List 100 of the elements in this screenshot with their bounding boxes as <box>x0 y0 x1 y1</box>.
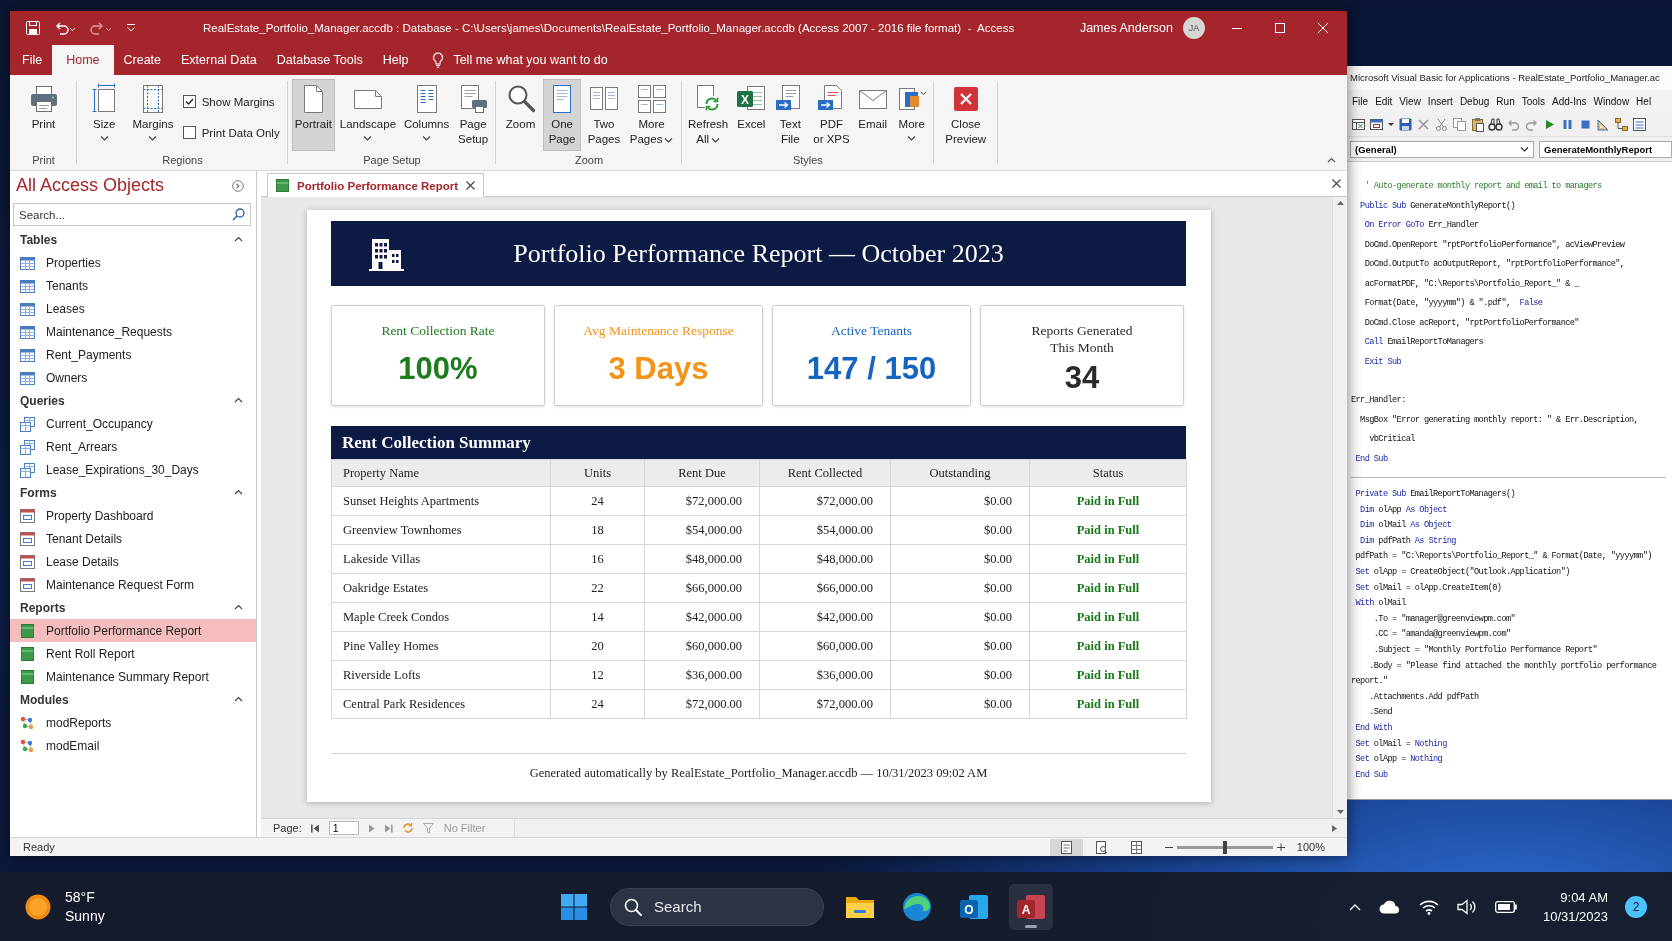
ribbon-tab[interactable]: Home <box>52 45 114 75</box>
nav-item[interactable]: Lease Details <box>10 550 256 573</box>
ribbon-button[interactable]: PDF or XPS <box>810 79 853 151</box>
tree-icon[interactable] <box>1614 116 1629 132</box>
section-header[interactable]: Modules <box>10 688 256 711</box>
nav-item[interactable]: modEmail <box>10 734 256 757</box>
menu-item[interactable]: Edit <box>1375 95 1393 107</box>
window-grid-icon[interactable] <box>1351 116 1366 132</box>
ribbon-button[interactable]: Margins <box>129 79 177 151</box>
ribbon-tab[interactable]: Create <box>113 45 172 75</box>
ribbon-tab[interactable]: Help <box>372 45 419 75</box>
nav-item[interactable]: Tenant Details <box>10 527 256 550</box>
user-avatar[interactable]: JA <box>1183 17 1205 39</box>
ribbon-button[interactable]: Two Pages <box>584 79 624 151</box>
nav-item[interactable]: Tenants <box>10 274 256 297</box>
close-icon[interactable] <box>466 181 476 190</box>
menu-item[interactable]: Add-Ins <box>1552 95 1587 107</box>
procedure-dropdown[interactable]: GenerateMonthlyReport <box>1539 140 1672 158</box>
menu-item[interactable]: Window <box>1593 95 1630 107</box>
taskbar-search[interactable]: Search <box>610 887 824 926</box>
ribbon-button[interactable]: Email <box>853 79 892 151</box>
start-grid-icon[interactable] <box>561 893 587 920</box>
nav-item[interactable]: Owners <box>10 366 256 389</box>
checkbox[interactable] <box>182 126 196 139</box>
section-header[interactable]: Forms <box>10 481 256 504</box>
zoom-percent[interactable]: 100% <box>1296 841 1325 853</box>
ribbon-button[interactable]: Page Setup <box>454 79 493 151</box>
taskbar-app[interactable]: O <box>952 883 996 930</box>
temperature[interactable]: 58°F <box>65 887 105 907</box>
down-arrow-icon[interactable] <box>1336 810 1344 815</box>
ribbon-button[interactable]: Refresh All <box>685 79 732 151</box>
object-dropdown[interactable]: (General) <box>1350 140 1534 158</box>
binoculars-icon[interactable] <box>1488 116 1503 132</box>
chevron-up-icon[interactable] <box>1327 157 1337 164</box>
list-icon[interactable] <box>1632 116 1647 132</box>
undo-icon[interactable] <box>54 21 76 35</box>
right-arrow-icon[interactable] <box>1332 824 1337 832</box>
ribbon-button[interactable]: Close Preview <box>942 79 990 151</box>
nav-item[interactable]: modReports <box>10 711 256 734</box>
nav-item[interactable]: Property Dashboard <box>10 504 256 527</box>
scissors-icon[interactable] <box>1434 116 1449 132</box>
nav-item[interactable]: Portfolio Performance Report <box>10 619 256 642</box>
ribbon-tab[interactable]: File <box>12 45 53 75</box>
ribbon-button[interactable]: Columns <box>400 79 453 151</box>
menu-item[interactable]: Insert <box>1427 95 1453 107</box>
speaker-icon[interactable] <box>1456 898 1477 915</box>
save-icon[interactable] <box>1398 116 1413 132</box>
ribbon-button[interactable]: Text File <box>771 79 810 151</box>
menu-item[interactable]: Tools <box>1521 95 1546 107</box>
paste-icon[interactable] <box>1470 116 1485 132</box>
document-tab[interactable]: Portfolio Performance Report <box>267 173 485 197</box>
ribbon-button[interactable]: Size <box>85 79 124 151</box>
page-lines-icon[interactable] <box>1049 838 1083 856</box>
ribbon-button[interactable]: Print <box>24 79 63 151</box>
checkbox[interactable] <box>182 95 196 108</box>
taskbar-app[interactable]: A <box>1009 883 1053 930</box>
search-field[interactable]: Search... <box>13 203 251 226</box>
weather-condition[interactable]: Sunny <box>65 906 105 926</box>
menu-item[interactable]: Debug <box>1459 95 1490 107</box>
section-header[interactable]: Tables <box>10 228 256 251</box>
user-name[interactable]: James Anderson <box>1079 21 1173 35</box>
next-page-icon[interactable] <box>367 823 375 833</box>
save-icon[interactable] <box>26 21 40 35</box>
first-page-icon[interactable] <box>310 823 320 833</box>
ribbon-button[interactable]: Landscape <box>336 79 400 151</box>
menu-item[interactable]: View <box>1399 95 1421 107</box>
slider-thumb[interactable] <box>1222 840 1227 854</box>
battery-icon[interactable] <box>1494 900 1517 913</box>
sun-icon[interactable] <box>25 893 51 920</box>
menu-item[interactable]: Hel <box>1636 95 1652 107</box>
cloud-icon[interactable] <box>1378 899 1401 914</box>
menu-item[interactable]: File <box>1352 95 1369 107</box>
customize-caret-icon[interactable] <box>126 23 136 33</box>
chevron-circle-icon[interactable] <box>232 179 244 192</box>
up-arrow-icon[interactable] <box>1336 200 1344 205</box>
ribbon-tab[interactable]: External Data <box>171 45 267 75</box>
nav-item[interactable]: Current_Occupancy <box>10 412 256 435</box>
nav-item[interactable]: Rent_Arrears <box>10 435 256 458</box>
section-header[interactable]: Queries <box>10 389 256 412</box>
nav-item[interactable]: Maintenance Summary Report <box>10 665 256 688</box>
nav-item[interactable]: Lease_Expirations_30_Days <box>10 458 256 481</box>
nav-item[interactable]: Rent_Payments <box>10 343 256 366</box>
menu-item[interactable]: Run <box>1496 95 1515 107</box>
vertical-scrollbar[interactable] <box>1332 197 1347 818</box>
nav-item[interactable]: Properties <box>10 251 256 274</box>
ribbon-button[interactable]: More Pages <box>626 79 677 151</box>
clock-date[interactable]: 10/31/2023 <box>1542 906 1608 926</box>
ribbon-button[interactable]: More <box>892 79 931 151</box>
ribbon-button[interactable]: One Page <box>543 79 582 151</box>
ribbon-button[interactable]: Zoom <box>501 79 540 151</box>
section-header[interactable]: Reports <box>10 596 256 619</box>
window-icon[interactable] <box>1369 116 1384 132</box>
clock-time[interactable]: 9:04 AM <box>1560 887 1608 907</box>
wifi-icon[interactable] <box>1418 898 1439 915</box>
page-number-field[interactable]: 1 <box>328 821 359 835</box>
ribbon-button[interactable]: X Excel <box>732 79 771 151</box>
checkbox-option[interactable]: Show Margins <box>182 94 280 109</box>
nav-item[interactable]: Leases <box>10 297 256 320</box>
nav-item[interactable]: Maintenance_Requests <box>10 320 256 343</box>
nav-item[interactable]: Rent Roll Report <box>10 642 256 665</box>
